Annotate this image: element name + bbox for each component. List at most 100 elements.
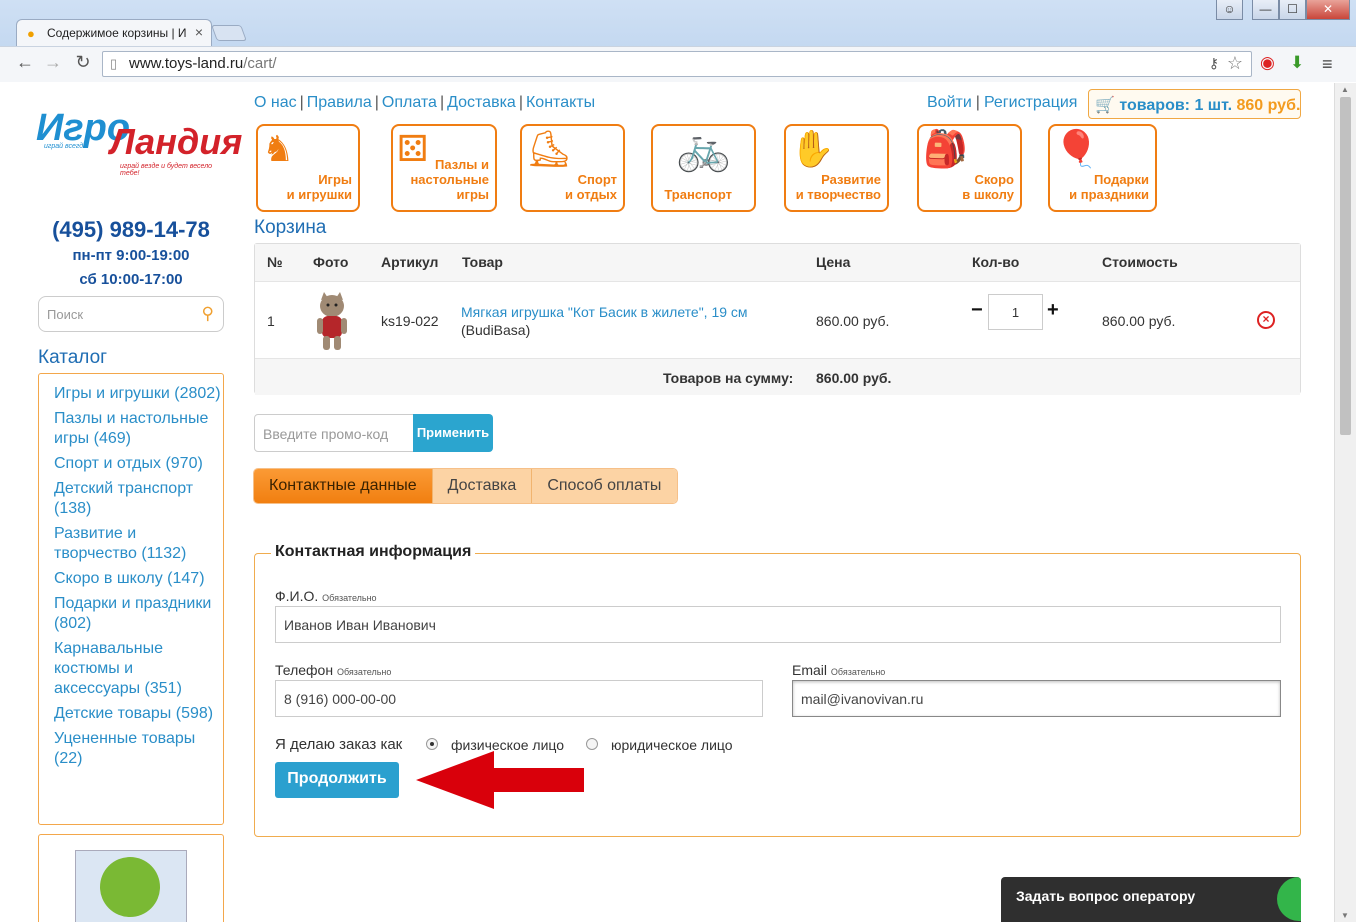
catalog-item[interactable]: Детский транспорт (138) bbox=[54, 479, 223, 519]
back-icon[interactable]: ← bbox=[14, 52, 36, 73]
page-icon: ▯ bbox=[110, 56, 118, 71]
nav-about[interactable]: О нас bbox=[254, 94, 297, 111]
scroll-up-icon[interactable]: ▲ bbox=[1341, 85, 1349, 94]
menu-icon[interactable]: ≡ bbox=[1322, 54, 1333, 75]
profile-button[interactable]: ☺ bbox=[1216, 0, 1243, 20]
table-total: Товаров на сумму: 860.00 руб. bbox=[255, 358, 1300, 395]
web-page: Игро Ландия играй всегда играй везде и б… bbox=[0, 83, 1356, 922]
bicycle-icon: 🚲 bbox=[676, 124, 731, 173]
apply-promo-button[interactable]: Применить bbox=[413, 414, 493, 452]
product-cost: 860.00 руб. bbox=[1102, 313, 1176, 329]
maximize-button[interactable]: ☐ bbox=[1279, 0, 1306, 20]
catalog-item[interactable]: Спорт и отдых (970) bbox=[54, 454, 223, 474]
continue-button[interactable]: Продолжить bbox=[275, 762, 399, 798]
increase-qty-button[interactable]: + bbox=[1047, 299, 1059, 322]
category-gifts[interactable]: 🎈 Подарки и праздники bbox=[1048, 124, 1157, 212]
total-label: Товаров на сумму: bbox=[663, 370, 794, 386]
register-link[interactable]: Регистрация bbox=[984, 94, 1078, 111]
catalog-item[interactable]: Игры и игрушки (2802) bbox=[54, 384, 223, 404]
row-number: 1 bbox=[267, 313, 275, 329]
url-host: www.toys-land.ru bbox=[129, 55, 244, 72]
search-input[interactable]: Поиск ⚲ bbox=[38, 296, 224, 332]
quantity-input[interactable]: 1 bbox=[988, 294, 1043, 330]
legal-entity-label[interactable]: юридическое лицо bbox=[611, 737, 733, 753]
close-window-button[interactable]: ✕ bbox=[1306, 0, 1350, 20]
cart-price: 860 руб. bbox=[1236, 97, 1301, 114]
tab-title: Содержимое корзины | И bbox=[47, 26, 187, 40]
hours-weekday: пн-пт 9:00-19:00 bbox=[72, 247, 190, 264]
email-field[interactable]: mail@ivanovivan.ru bbox=[792, 680, 1281, 717]
browser-tab[interactable]: ● Содержимое корзины | И × bbox=[16, 19, 212, 47]
top-navigation: О нас | Правила | Оплата | Доставка | Контакты bbox=[254, 94, 596, 111]
step-delivery[interactable]: Доставка bbox=[432, 469, 533, 503]
product-link[interactable]: Мягкая игрушка "Кот Басик в жилете", 19 … bbox=[461, 304, 748, 320]
nav-rules[interactable]: Правила bbox=[307, 94, 372, 111]
auth-navigation: Войти | Регистрация bbox=[927, 94, 1078, 111]
category-puzzles[interactable]: ⚄ Пазлы и настольные игры bbox=[391, 124, 497, 212]
scrollbar-thumb[interactable] bbox=[1340, 97, 1351, 435]
category-development[interactable]: ✋ Развитие и творчество bbox=[784, 124, 889, 212]
category-sport[interactable]: ⛸ Спорт и отдых bbox=[520, 124, 625, 212]
order-as-label: Я делаю заказ как bbox=[275, 736, 403, 753]
logo-tagline-left: играй всегда bbox=[44, 143, 87, 150]
catalog-item[interactable]: Подарки и праздники (802) bbox=[54, 594, 223, 634]
catalog-item[interactable]: Карнавальные костюмы и аксессуары (351) bbox=[54, 639, 223, 699]
url-path: /cart/ bbox=[243, 55, 277, 72]
catalog-item[interactable]: Пазлы и настольные игры (469) bbox=[54, 409, 223, 449]
chat-widget[interactable]: Задать вопрос оператору bbox=[1001, 877, 1301, 922]
category-transport[interactable]: 🚲 Транспорт bbox=[651, 124, 756, 212]
minimize-button[interactable]: — bbox=[1252, 0, 1279, 20]
address-bar[interactable]: ▯ www.toys-land.ru/cart/ ⚷ ☆ bbox=[102, 51, 1252, 77]
login-link[interactable]: Войти bbox=[927, 94, 972, 111]
download-extension-icon[interactable]: ⬇ bbox=[1290, 53, 1304, 73]
step-payment[interactable]: Способ оплаты bbox=[532, 469, 678, 503]
name-label: Ф.И.О. Обязательно bbox=[275, 588, 377, 604]
new-tab-button[interactable] bbox=[211, 25, 247, 41]
page-scrollbar[interactable]: ▲ ▼ bbox=[1334, 83, 1356, 922]
promo-code-input[interactable]: Введите промо-код bbox=[254, 414, 414, 452]
legal-entity-radio[interactable] bbox=[586, 738, 598, 750]
nav-contacts[interactable]: Контакты bbox=[526, 94, 595, 111]
remove-item-icon[interactable]: × bbox=[1257, 311, 1275, 329]
cart-icon: 🛒 bbox=[1095, 97, 1115, 114]
key-icon[interactable]: ⚷ bbox=[1209, 55, 1219, 72]
category-toys[interactable]: ♞ Игры и игрушки bbox=[256, 124, 360, 212]
individual-radio[interactable] bbox=[426, 738, 438, 750]
catalog-item[interactable]: Скоро в школу (147) bbox=[54, 569, 223, 589]
product-sku: ks19-022 bbox=[381, 313, 439, 329]
product-photo[interactable] bbox=[311, 292, 353, 355]
nav-payment[interactable]: Оплата bbox=[382, 94, 437, 111]
site-logo[interactable]: Игро Ландия играй всегда играй везде и б… bbox=[36, 91, 242, 177]
browser-toolbar: ← → ↻ ▯ www.toys-land.ru/cart/ ⚷ ☆ ◉ ⬇ ≡ bbox=[0, 46, 1356, 82]
balloons-icon: 🎈 bbox=[1054, 128, 1099, 169]
tab-close-icon[interactable]: × bbox=[195, 24, 203, 40]
category-icons: ♞ Игры и игрушки ⚄ Пазлы и настольные игры… bbox=[256, 124, 1166, 214]
phone-number: (495) 989-14-78 bbox=[52, 217, 210, 242]
logo-part2: Ландия bbox=[110, 121, 243, 162]
side-banner[interactable] bbox=[38, 834, 224, 922]
phone-field[interactable]: 8 (916) 000-00-00 bbox=[275, 680, 763, 717]
hours-saturday: сб 10:00-17:00 bbox=[79, 271, 183, 288]
nav-delivery[interactable]: Доставка bbox=[447, 94, 516, 111]
backpack-icon: 🎒 bbox=[923, 128, 968, 169]
bookmark-star-icon[interactable]: ☆ bbox=[1227, 53, 1243, 74]
step-contact[interactable]: Контактные данные bbox=[254, 469, 433, 503]
catalog-item[interactable]: Развитие и творчество (1132) bbox=[54, 524, 223, 564]
catalog-title: Каталог bbox=[38, 347, 108, 368]
opera-extension-icon[interactable]: ◉ bbox=[1260, 53, 1275, 73]
search-icon[interactable]: ⚲ bbox=[202, 304, 214, 324]
reload-icon[interactable]: ↻ bbox=[72, 52, 94, 73]
product-price: 860.00 руб. bbox=[816, 313, 890, 329]
decrease-qty-button[interactable]: − bbox=[971, 299, 983, 322]
catalog-item[interactable]: Уцененные товары (22) bbox=[54, 729, 223, 769]
catalog-item[interactable]: Детские товары (598) bbox=[54, 704, 223, 724]
form-legend: Контактная информация bbox=[271, 543, 476, 561]
forward-icon[interactable]: → bbox=[42, 52, 64, 73]
category-school[interactable]: 🎒 Скоро в школу bbox=[917, 124, 1022, 212]
table-row: 1 ks19-022 Мягкая игрушка "Кот Басик в ж… bbox=[255, 281, 1300, 358]
catalog-list: Игры и игрушки (2802) Пазлы и настольные… bbox=[38, 373, 224, 825]
scroll-down-icon[interactable]: ▼ bbox=[1341, 911, 1349, 920]
name-field[interactable]: Иванов Иван Иванович bbox=[275, 606, 1281, 643]
cart-button[interactable]: 🛒 товаров: 1 шт. 860 руб. bbox=[1088, 89, 1301, 119]
rocking-horse-icon: ♞ bbox=[262, 128, 295, 169]
